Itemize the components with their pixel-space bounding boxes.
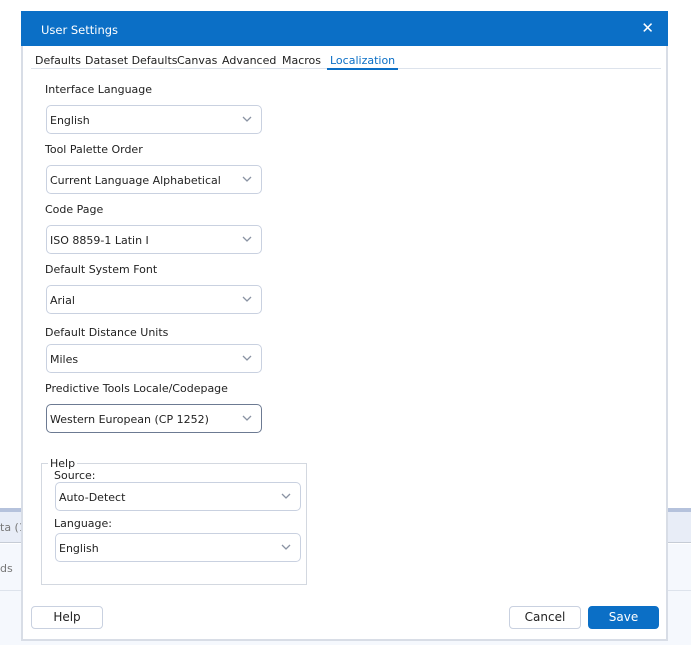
select-value: Arial (50, 294, 75, 307)
tool-palette-order-label: Tool Palette Order (45, 143, 143, 156)
chevron-down-icon (242, 355, 252, 361)
help-source-label: Source: (54, 469, 96, 482)
default-system-font-select[interactable]: Arial (46, 285, 262, 314)
close-icon[interactable]: ✕ (641, 19, 654, 37)
default-distance-units-select[interactable]: Miles (46, 344, 262, 373)
chevron-down-icon (242, 415, 252, 421)
help-source-select[interactable]: Auto-Detect (55, 482, 301, 511)
predictive-locale-label: Predictive Tools Locale/Codepage (45, 382, 228, 395)
dialog-title: User Settings (41, 23, 119, 37)
help-language-label: Language: (54, 517, 112, 530)
default-distance-units-label: Default Distance Units (45, 326, 169, 339)
tab-macros[interactable]: Macros (282, 54, 321, 67)
select-value: English (50, 114, 90, 127)
select-value: Miles (50, 353, 79, 366)
tab-defaults[interactable]: Defaults (35, 54, 81, 67)
chevron-down-icon (242, 236, 252, 242)
code-page-label: Code Page (45, 203, 104, 216)
save-button[interactable]: Save (588, 606, 659, 629)
title-bar: User Settings ✕ (21, 11, 668, 46)
chevron-down-icon (281, 544, 291, 550)
default-system-font-label: Default System Font (45, 263, 158, 276)
tool-palette-order-select[interactable]: Current Language Alphabetical (46, 165, 262, 194)
cancel-button[interactable]: Cancel (509, 606, 581, 629)
user-settings-dialog: User Settings ✕ Defaults Dataset Default… (21, 11, 668, 641)
select-value: Auto-Detect (59, 491, 126, 504)
tab-dataset-defaults[interactable]: Dataset Defaults (85, 54, 178, 67)
select-value: ISO 8859-1 Latin I (50, 234, 149, 247)
select-value: Western European (CP 1252) (50, 413, 209, 426)
help-button[interactable]: Help (31, 606, 103, 629)
interface-language-label: Interface Language (45, 83, 153, 96)
help-language-select[interactable]: English (55, 533, 301, 562)
interface-language-select[interactable]: English (46, 105, 262, 134)
predictive-locale-select[interactable]: Western European (CP 1252) (46, 404, 262, 433)
tab-canvas[interactable]: Canvas (177, 54, 217, 67)
select-value: Current Language Alphabetical (50, 174, 221, 187)
tab-advanced[interactable]: Advanced (222, 54, 276, 67)
chevron-down-icon (281, 493, 291, 499)
background-text: ds (0, 562, 13, 575)
tab-localization[interactable]: Localization (327, 54, 399, 70)
tab-bar: Defaults Dataset Defaults Canvas Advance… (31, 52, 661, 70)
chevron-down-icon (242, 116, 252, 122)
chevron-down-icon (242, 296, 252, 302)
chevron-down-icon (242, 176, 252, 182)
select-value: English (59, 542, 99, 555)
code-page-select[interactable]: ISO 8859-1 Latin I (46, 225, 262, 254)
